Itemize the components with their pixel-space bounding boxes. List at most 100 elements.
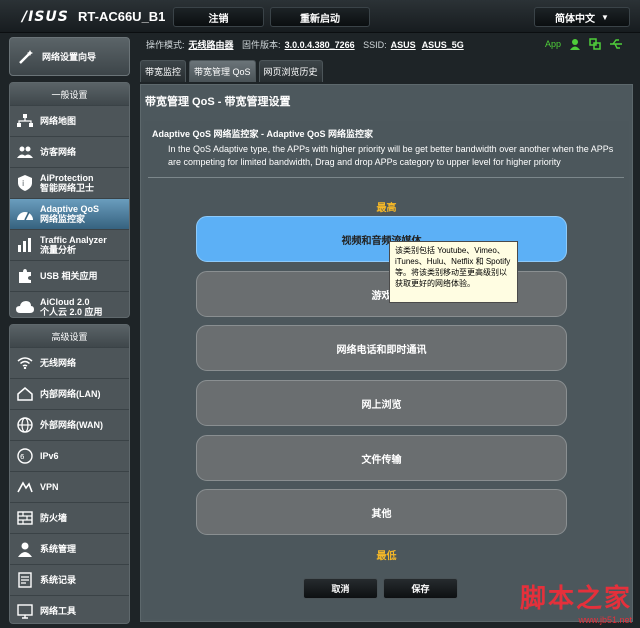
description-text: In the QoS Adaptive type, the APPs with … xyxy=(168,144,614,167)
sidebar-item-traffic-analyzer[interactable]: Traffic Analyzer 流量分析 xyxy=(10,229,129,260)
model-name: RT-AC66U_B1 xyxy=(78,9,166,24)
sidebar-item-network-map[interactable]: 网络地图 xyxy=(10,105,129,136)
sidebar-item-label: USB 相关应用 xyxy=(40,271,98,281)
mode-label: 操作模式: xyxy=(146,40,185,50)
top-bar: /ISUS RT-AC66U_B1 注销 重新启动 简体中文 ▼ xyxy=(0,0,640,33)
qos-content: Adaptive QoS 网络监控家 - Adaptive QoS 网络监控家 … xyxy=(144,121,629,619)
sidebar-item-label: 访客网络 xyxy=(40,147,77,157)
sidebar-item-adaptive-qos[interactable]: Adaptive QoS 网络监控家 xyxy=(10,198,129,229)
traffic-icon xyxy=(10,238,40,252)
status-icons: App xyxy=(545,38,623,50)
sidebar-item-sublabel: 智能网络卫士 xyxy=(40,183,95,193)
reboot-button[interactable]: 重新启动 xyxy=(270,7,370,27)
sidebar-item-label: AiProtection xyxy=(40,173,94,183)
mode-link[interactable]: 无线路由器 xyxy=(189,40,234,50)
wand-icon xyxy=(10,48,42,66)
sidebar-item-aicloud[interactable]: AiCloud 2.0 个人云 2.0 应用 xyxy=(10,291,129,322)
sidebar-item-label: 网络地图 xyxy=(40,116,77,126)
network-status-icon[interactable] xyxy=(589,38,601,50)
sidebar-item-label: 无线网络 xyxy=(40,358,77,368)
sidebar-item-label: AiCloud 2.0 xyxy=(40,297,90,307)
ipv6-icon: 6 xyxy=(10,448,40,464)
wireless-icon xyxy=(10,357,40,369)
watermark: 脚本之家 www.jb51.net xyxy=(520,578,632,625)
asus-logo: /ISUS xyxy=(22,9,69,25)
divider xyxy=(148,177,624,178)
sidebar-item-sublabel: 个人云 2.0 应用 xyxy=(40,307,103,317)
category-voip-im[interactable]: 网络电话和即时通讯 xyxy=(196,325,567,371)
guest-network-icon xyxy=(10,145,40,159)
wan-icon xyxy=(10,417,40,433)
general-settings-menu: 一般设置 网络地图 访客网络 i AiProtection 智能网络卫士 Adap… xyxy=(9,82,130,318)
sidebar-item-label: 防火墙 xyxy=(40,513,68,523)
category-web-surfing[interactable]: 网上浏览 xyxy=(196,380,567,426)
qos-icon xyxy=(10,207,40,221)
sidebar-item-aiprotection[interactable]: i AiProtection 智能网络卫士 xyxy=(10,167,129,198)
section-title: Adaptive QoS 网络监控家 - Adaptive QoS 网络监控家 xyxy=(152,129,374,139)
sidebar-item-wireless[interactable]: 无线网络 xyxy=(10,347,129,378)
tab-web-history[interactable]: 网页浏览历史 xyxy=(258,60,323,82)
svg-text:i: i xyxy=(22,179,24,188)
tools-icon xyxy=(10,603,40,619)
ssid-link-5g[interactable]: ASUS_5G xyxy=(422,40,464,50)
lowest-priority-label: 最低 xyxy=(376,551,397,562)
sidebar-item-label: 外部网络(WAN) xyxy=(40,420,103,430)
qos-panel: 带宽管理 QoS - 带宽管理设置 Adaptive QoS 网络监控家 - A… xyxy=(140,84,633,622)
sidebar-item-firewall[interactable]: 防火墙 xyxy=(10,502,129,533)
vpn-icon xyxy=(10,481,40,493)
log-icon xyxy=(10,572,40,588)
app-link[interactable]: App xyxy=(545,39,561,49)
lan-icon xyxy=(10,387,40,401)
category-tooltip: 该类别包括 Youtube、Vimeo、iTunes、Hulu、Netflix … xyxy=(389,241,518,303)
language-label: 简体中文 xyxy=(555,13,596,25)
firmware-label: 固件版本: xyxy=(242,40,281,50)
sidebar-item-usb-apps[interactable]: USB 相关应用 xyxy=(10,260,129,291)
firewall-icon xyxy=(10,511,40,525)
sidebar-item-administration[interactable]: 系统管理 xyxy=(10,533,129,564)
sidebar-item-system-log[interactable]: 系统记录 xyxy=(10,564,129,595)
save-button[interactable]: 保存 xyxy=(383,578,458,599)
category-others[interactable]: 其他 xyxy=(196,489,567,535)
ssid-label: SSID: xyxy=(363,40,387,50)
sidebar-item-label: VPN xyxy=(40,482,59,492)
sidebar-item-label: IPv6 xyxy=(40,451,59,461)
ssid-link-2g[interactable]: ASUS xyxy=(391,40,416,50)
sidebar-item-label: Adaptive QoS xyxy=(40,204,100,214)
sidebar-item-label: 网络工具 xyxy=(40,606,77,616)
sidebar-item-sublabel: 流量分析 xyxy=(40,245,77,255)
category-file-transfer[interactable]: 文件传输 xyxy=(196,435,567,481)
page-title: 带宽管理 QoS - 带宽管理设置 xyxy=(145,96,291,108)
logout-button[interactable]: 注销 xyxy=(173,7,264,27)
language-select[interactable]: 简体中文 ▼ xyxy=(534,7,630,27)
firmware-link[interactable]: 3.0.0.4.380_7266 xyxy=(285,40,355,50)
sidebar-item-vpn[interactable]: VPN xyxy=(10,471,129,502)
sidebar-item-wan[interactable]: 外部网络(WAN) xyxy=(10,409,129,440)
wizard-label: 网络设置向导 xyxy=(42,52,97,62)
sidebar-item-ipv6[interactable]: 6 IPv6 xyxy=(10,440,129,471)
tab-qos[interactable]: 带宽管理 QoS xyxy=(189,60,256,82)
cancel-button[interactable]: 取消 xyxy=(303,578,378,599)
admin-icon xyxy=(10,541,40,557)
sidebar-item-label: 系统记录 xyxy=(40,575,77,585)
sidebar-item-network-tools[interactable]: 网络工具 xyxy=(10,595,129,626)
shield-icon: i xyxy=(10,175,40,191)
usb-icon[interactable] xyxy=(609,38,623,50)
cloud-icon xyxy=(10,300,40,314)
sidebar-item-label: Traffic Analyzer xyxy=(40,235,107,245)
advanced-settings-menu: 高级设置 无线网络 内部网络(LAN) 外部网络(WAN) 6 IPv6 VPN… xyxy=(9,324,130,624)
status-line: 操作模式: 无线路由器 固件版本: 3.0.0.4.380_7266 SSID: AS… xyxy=(146,38,470,51)
setup-wizard-button[interactable]: 网络设置向导 xyxy=(9,37,130,76)
tab-bandwidth-monitor[interactable]: 带宽监控 xyxy=(140,60,187,82)
advanced-settings-heading: 高级设置 xyxy=(10,325,129,347)
puzzle-icon xyxy=(10,268,40,284)
user-icon[interactable] xyxy=(569,38,581,50)
chevron-down-icon: ▼ xyxy=(601,12,609,22)
sidebar-item-guest-network[interactable]: 访客网络 xyxy=(10,136,129,167)
watermark-url: www.jb51.net xyxy=(578,615,632,625)
sidebar-item-label: 系统管理 xyxy=(40,544,77,554)
sidebar-item-lan[interactable]: 内部网络(LAN) xyxy=(10,378,129,409)
sidebar-item-sublabel: 网络监控家 xyxy=(40,214,86,224)
watermark-title: 脚本之家 xyxy=(519,584,632,614)
svg-text:6: 6 xyxy=(20,453,25,461)
sidebar-item-label: 内部网络(LAN) xyxy=(40,389,101,399)
